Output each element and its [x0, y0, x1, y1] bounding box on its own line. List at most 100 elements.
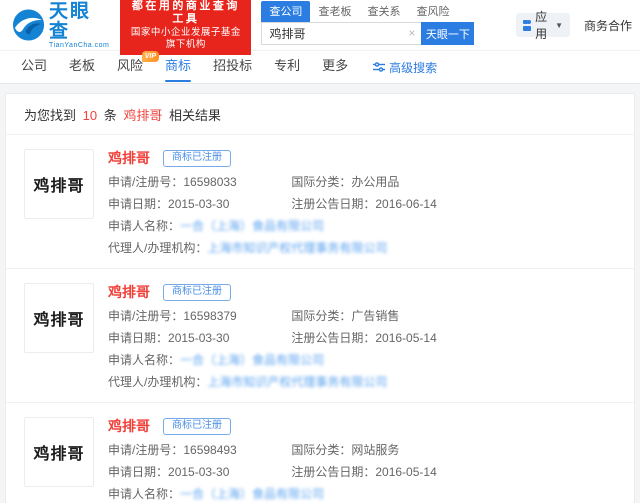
field-label: 申请/注册号：	[108, 175, 183, 189]
search-row: × 天眼一下	[261, 22, 474, 45]
applicant-link[interactable]: 一合（上海）食品有限公司	[180, 353, 324, 367]
applicant-link[interactable]: 一合（上海）食品有限公司	[180, 487, 324, 501]
main-nav: 公司 老板 风险 VIP 商标 招投标 专利 更多 高级搜索	[0, 50, 640, 84]
trademark-result-item[interactable]: 鸡排哥 鸡排哥 商标已注册 申请/注册号：16598493 国际分类：网站服务 …	[6, 402, 634, 503]
nav-item-trademark[interactable]: 商标	[165, 50, 191, 84]
promo-banner-line2: 国家中小企业发展子基金旗下机构	[126, 27, 245, 51]
apps-label: 应用	[535, 8, 552, 42]
applicant-row: 申请人名称：一合（上海）食品有限公司	[108, 487, 616, 501]
field-value: 2015-03-30	[168, 465, 229, 479]
nav-item-risk[interactable]: 风险 VIP	[117, 50, 143, 84]
field-label: 申请人名称：	[108, 219, 180, 233]
trademark-name-link[interactable]: 鸡排哥	[108, 282, 150, 302]
promo-banner-line1: 都在用的商业查询工具	[126, 0, 245, 26]
nav-item-more[interactable]: 更多	[322, 50, 348, 84]
field-label: 国际分类：	[291, 175, 351, 189]
search-tabs: 查公司 查老板 查关系 查风险	[261, 5, 474, 22]
trademark-body: 鸡排哥 商标已注册 申请/注册号：16598493 国际分类：网站服务 申请日期…	[108, 417, 616, 503]
field-label: 申请人名称：	[108, 487, 180, 501]
apps-button[interactable]: 应用 ▼	[516, 13, 570, 37]
search-area: 查公司 查老板 查关系 查风险 × 天眼一下	[261, 5, 474, 45]
clear-icon[interactable]: ×	[408, 26, 415, 40]
field-label: 申请人名称：	[108, 353, 180, 367]
result-count: 为您找到 10 条 鸡排哥 相关结果	[6, 94, 634, 135]
nav-item-patent[interactable]: 专利	[274, 50, 300, 84]
count-suffix: 相关结果	[169, 108, 221, 123]
field-value: 2016-06-14	[375, 197, 436, 211]
field-value: 网站服务	[351, 443, 399, 457]
date-row: 申请日期：2015-03-30 注册公告日期：2016-05-14	[108, 331, 616, 345]
search-tab-relation[interactable]: 查关系	[359, 1, 408, 22]
tianyancha-logo[interactable]: 天眼查 TianYanCha.com	[12, 2, 110, 49]
results-panel: 为您找到 10 条 鸡排哥 相关结果 鸡排哥 鸡排哥 商标已注册 申请/注册号：	[5, 93, 635, 503]
field-label: 申请/注册号：	[108, 309, 183, 323]
promo-banner: 都在用的商业查询工具 国家中小企业发展子基金旗下机构	[120, 0, 251, 55]
field-label: 代理人/办理机构：	[108, 375, 207, 389]
status-badge: 商标已注册	[163, 284, 231, 301]
search-button[interactable]: 天眼一下	[421, 22, 474, 45]
nav-item-boss[interactable]: 老板	[69, 50, 95, 84]
field-label: 注册公告日期：	[291, 197, 375, 211]
advanced-search-label: 高级搜索	[389, 59, 437, 76]
trademark-body: 鸡排哥 商标已注册 申请/注册号：16598379 国际分类：广告销售 申请日期…	[108, 283, 616, 389]
date-row: 申请日期：2015-03-30 注册公告日期：2016-06-14	[108, 197, 616, 211]
field-label: 申请日期：	[108, 465, 168, 479]
field-label: 国际分类：	[291, 443, 351, 457]
nav-item-risk-label: 风险	[117, 58, 143, 73]
field-value: 2016-05-14	[375, 465, 436, 479]
count-number: 10	[83, 108, 97, 123]
applicant-row: 申请人名称：一合（上海）食品有限公司	[108, 219, 616, 233]
trademark-image[interactable]: 鸡排哥	[24, 149, 94, 219]
apps-grid-icon	[523, 20, 531, 31]
nav-item-bidding[interactable]: 招投标	[213, 50, 252, 84]
field-value: 16598493	[183, 443, 236, 457]
agent-row: 代理人/办理机构：上海市知识产权代理事务有限公司	[108, 375, 616, 389]
agent-link[interactable]: 上海市知识产权代理事务有限公司	[207, 241, 387, 255]
field-value: 2016-05-14	[375, 331, 436, 345]
count-prefix: 为您找到	[24, 108, 76, 123]
agent-row: 代理人/办理机构：上海市知识产权代理事务有限公司	[108, 241, 616, 255]
trademark-name-link[interactable]: 鸡排哥	[108, 416, 150, 436]
reg-row: 申请/注册号：16598493 国际分类：网站服务	[108, 443, 616, 457]
field-value: 2015-03-30	[168, 331, 229, 345]
search-input-wrap: ×	[261, 22, 421, 45]
trademark-image-text: 鸡排哥	[33, 440, 84, 464]
filter-icon	[373, 61, 385, 73]
search-tab-company[interactable]: 查公司	[261, 1, 310, 22]
status-badge: 商标已注册	[163, 150, 231, 167]
caret-down-icon: ▼	[555, 21, 563, 30]
tianyancha-page: 天眼查 TianYanCha.com 都在用的商业查询工具 国家中小企业发展子基…	[0, 0, 640, 503]
advanced-search-link[interactable]: 高级搜索	[373, 59, 437, 76]
field-label: 申请日期：	[108, 331, 168, 345]
field-label: 申请/注册号：	[108, 443, 183, 457]
field-label: 代理人/办理机构：	[108, 241, 207, 255]
business-cooperation-link[interactable]: 商务合作	[584, 17, 632, 34]
trademark-name-link[interactable]: 鸡排哥	[108, 148, 150, 168]
field-label: 国际分类：	[291, 309, 351, 323]
search-tab-boss[interactable]: 查老板	[310, 1, 359, 22]
content: 为您找到 10 条 鸡排哥 相关结果 鸡排哥 鸡排哥 商标已注册 申请/注册号：	[0, 84, 640, 503]
field-value: 办公用品	[351, 175, 399, 189]
trademark-result-item[interactable]: 鸡排哥 鸡排哥 商标已注册 申请/注册号：16598033 国际分类：办公用品 …	[6, 135, 634, 268]
search-tab-risk[interactable]: 查风险	[408, 1, 457, 22]
nav-item-company[interactable]: 公司	[21, 50, 47, 84]
agent-link[interactable]: 上海市知识产权代理事务有限公司	[207, 375, 387, 389]
field-label: 申请日期：	[108, 197, 168, 211]
applicant-link[interactable]: 一合（上海）食品有限公司	[180, 219, 324, 233]
field-value: 2015-03-30	[168, 197, 229, 211]
logo-subtitle: TianYanCha.com	[49, 42, 110, 49]
search-input[interactable]	[261, 22, 421, 45]
top-header: 天眼查 TianYanCha.com 都在用的商业查询工具 国家中小企业发展子基…	[0, 0, 640, 50]
field-value: 16598379	[183, 309, 236, 323]
status-badge: 商标已注册	[163, 418, 231, 435]
field-value: 广告销售	[351, 309, 399, 323]
reg-row: 申请/注册号：16598379 国际分类：广告销售	[108, 309, 616, 323]
vip-badge: VIP	[142, 51, 159, 62]
trademark-image-text: 鸡排哥	[33, 306, 84, 330]
trademark-result-item[interactable]: 鸡排哥 鸡排哥 商标已注册 申请/注册号：16598379 国际分类：广告销售 …	[6, 268, 634, 402]
trademark-image[interactable]: 鸡排哥	[24, 417, 94, 487]
field-label: 注册公告日期：	[291, 465, 375, 479]
trademark-image-text: 鸡排哥	[33, 172, 84, 196]
trademark-image[interactable]: 鸡排哥	[24, 283, 94, 353]
date-row: 申请日期：2015-03-30 注册公告日期：2016-05-14	[108, 465, 616, 479]
